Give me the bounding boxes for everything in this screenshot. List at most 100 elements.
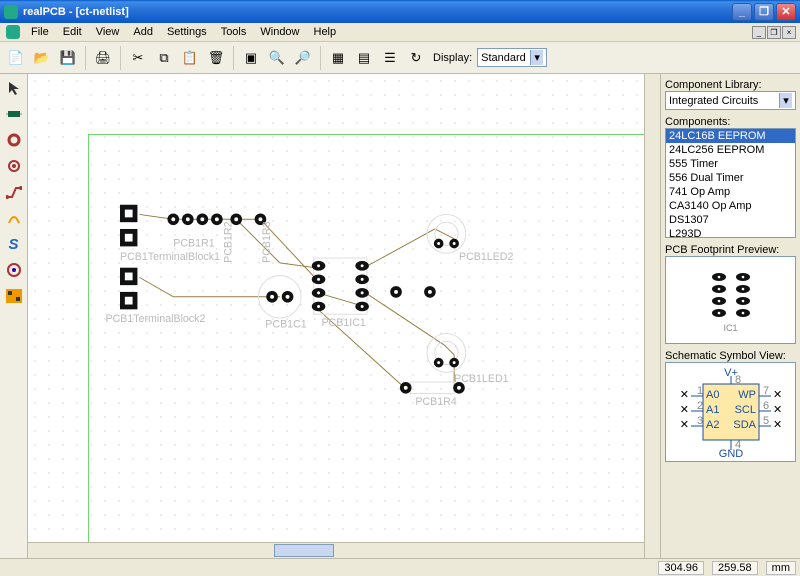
print-button[interactable]: 🖨 — [91, 46, 115, 70]
svg-text:✕: ✕ — [773, 419, 782, 431]
minimize-button[interactable]: _ — [732, 3, 752, 21]
components-list[interactable]: 24LC16B EEPROM24LC256 EEPROM555 Timer556… — [665, 128, 796, 238]
cut-button[interactable]: ✂ — [126, 46, 150, 70]
refresh-icon: ↻ — [411, 51, 422, 64]
save-button[interactable]: 💾 — [56, 46, 80, 70]
svg-text:SDA: SDA — [733, 419, 756, 431]
svg-text:PCB1R1: PCB1R1 — [173, 237, 214, 249]
copy-icon: ⧉ — [159, 51, 168, 64]
svg-text:SCL: SCL — [734, 404, 755, 416]
grid-button[interactable]: ▦ — [326, 46, 350, 70]
menubar: File Edit View Add Settings Tools Window… — [0, 23, 800, 42]
svg-text:PCB1IC1: PCB1IC1 — [321, 317, 365, 329]
svg-text:6: 6 — [763, 400, 769, 412]
s-icon: S — [8, 236, 18, 253]
paste-icon: 📋 — [182, 51, 198, 64]
display-label: Display: — [433, 52, 472, 64]
fit-icon: ▣ — [245, 51, 257, 64]
status-unit: mm — [766, 561, 796, 575]
zoom-in-button[interactable]: 🔍 — [265, 46, 289, 70]
mdi-min-button[interactable]: _ — [752, 26, 766, 39]
component-item[interactable]: 741 Op Amp — [666, 185, 795, 199]
app-icon — [4, 5, 18, 19]
menu-tools[interactable]: Tools — [214, 24, 254, 40]
pad-tool[interactable] — [3, 130, 25, 150]
shape-tool[interactable]: S — [3, 234, 25, 254]
footprint-c1: PCB1C1 — [259, 275, 307, 330]
menu-add[interactable]: Add — [126, 24, 160, 40]
svg-text:8: 8 — [735, 374, 741, 386]
svg-text:✕: ✕ — [679, 389, 688, 401]
arc-tool[interactable] — [3, 208, 25, 228]
v-scrollbar[interactable] — [644, 74, 660, 558]
paste-button[interactable]: 📋 — [178, 46, 202, 70]
footprint-name: IC1 — [723, 323, 737, 333]
design-layer: PCB1TerminalBlock1 PCB1TerminalBlock2 PC… — [28, 74, 644, 542]
footprint-r4: PCB1R4 — [400, 382, 465, 408]
mdi-restore-button[interactable]: ❐ — [767, 26, 781, 39]
pour-tool[interactable] — [3, 260, 25, 280]
footprint-tb1: PCB1TerminalBlock1 — [120, 205, 220, 263]
component-item[interactable]: 24LC256 EEPROM — [666, 143, 795, 157]
library-combo[interactable]: Integrated Circuits ▾ — [665, 91, 796, 110]
component-item[interactable]: L293D — [666, 227, 795, 238]
menu-view[interactable]: View — [89, 24, 127, 40]
track-tool[interactable] — [3, 182, 25, 202]
svg-text:PCB1TerminalBlock2: PCB1TerminalBlock2 — [105, 313, 205, 325]
svg-text:✕: ✕ — [773, 389, 782, 401]
svg-text:A2: A2 — [706, 419, 719, 431]
svg-text:PCB1R2: PCB1R2 — [222, 221, 234, 262]
zoom-out-button[interactable]: 🔎 — [291, 46, 315, 70]
cut-icon: ✂ — [133, 51, 144, 64]
symbol-view: V+ 8 ✕✕✕ A0 A1 A2 1 2 3 ✕✕✕ WP SCL SDA 7… — [665, 362, 796, 462]
footprint-ic1: PCB1IC1 — [312, 258, 369, 329]
close-button[interactable]: ✕ — [776, 3, 796, 21]
component-item[interactable]: DS1307 — [666, 213, 795, 227]
zoom-fit-button[interactable]: ▣ — [239, 46, 263, 70]
menu-edit[interactable]: Edit — [56, 24, 89, 40]
open-icon: 📂 — [34, 51, 50, 64]
print-icon: 🖨 — [95, 51, 112, 64]
footprint-preview: IC1 — [665, 256, 796, 344]
menu-settings[interactable]: Settings — [160, 24, 214, 40]
svg-text:3: 3 — [697, 415, 703, 427]
zoom-out-icon: 🔎 — [295, 51, 311, 64]
component-item[interactable]: CA3140 Op Amp — [666, 199, 795, 213]
status-y: 259.58 — [712, 561, 758, 575]
menu-help[interactable]: Help — [307, 24, 344, 40]
display-combo[interactable]: Standard ▾ — [477, 48, 547, 67]
svg-text:A1: A1 — [706, 404, 719, 416]
open-button[interactable]: 📂 — [30, 46, 54, 70]
menu-window[interactable]: Window — [253, 24, 306, 40]
via-tool[interactable] — [3, 156, 25, 176]
copy-button[interactable]: ⧉ — [152, 46, 176, 70]
svg-text:GND: GND — [718, 448, 743, 458]
snap-button[interactable]: ▤ — [352, 46, 376, 70]
component-tool[interactable] — [3, 104, 25, 124]
pcb-canvas[interactable]: PCB1TerminalBlock1 PCB1TerminalBlock2 PC… — [28, 74, 644, 542]
svg-text:PCB1C1: PCB1C1 — [265, 319, 306, 331]
grid-icon: ▦ — [332, 51, 344, 64]
h-scrollbar[interactable] — [28, 542, 644, 558]
new-icon: 📄 — [8, 51, 24, 64]
component-item[interactable]: 24LC16B EEPROM — [666, 129, 795, 143]
select-tool[interactable] — [3, 78, 25, 98]
delete-button[interactable]: 🗑 — [204, 46, 228, 70]
new-button[interactable]: 📄 — [4, 46, 28, 70]
component-item[interactable]: 556 Dual Timer — [666, 171, 795, 185]
status-x: 304.96 — [658, 561, 704, 575]
menu-file[interactable]: File — [24, 24, 56, 40]
refresh-button[interactable]: ↻ — [404, 46, 428, 70]
footprint-led2: PCB1LED2 — [427, 214, 513, 263]
layers-button[interactable]: ☰ — [378, 46, 402, 70]
svg-text:PCB1LED2: PCB1LED2 — [459, 251, 513, 263]
doc-icon — [6, 25, 20, 39]
svg-text:PCB1TerminalBlock1: PCB1TerminalBlock1 — [120, 251, 220, 263]
svg-text:5: 5 — [763, 415, 769, 427]
maximize-button[interactable]: ❐ — [754, 3, 774, 21]
svg-text:✕: ✕ — [679, 419, 688, 431]
autoroute-tool[interactable] — [3, 286, 25, 306]
component-item[interactable]: 555 Timer — [666, 157, 795, 171]
window-title: realPCB - [ct-netlist] — [23, 6, 129, 18]
mdi-close-button[interactable]: × — [782, 26, 796, 39]
